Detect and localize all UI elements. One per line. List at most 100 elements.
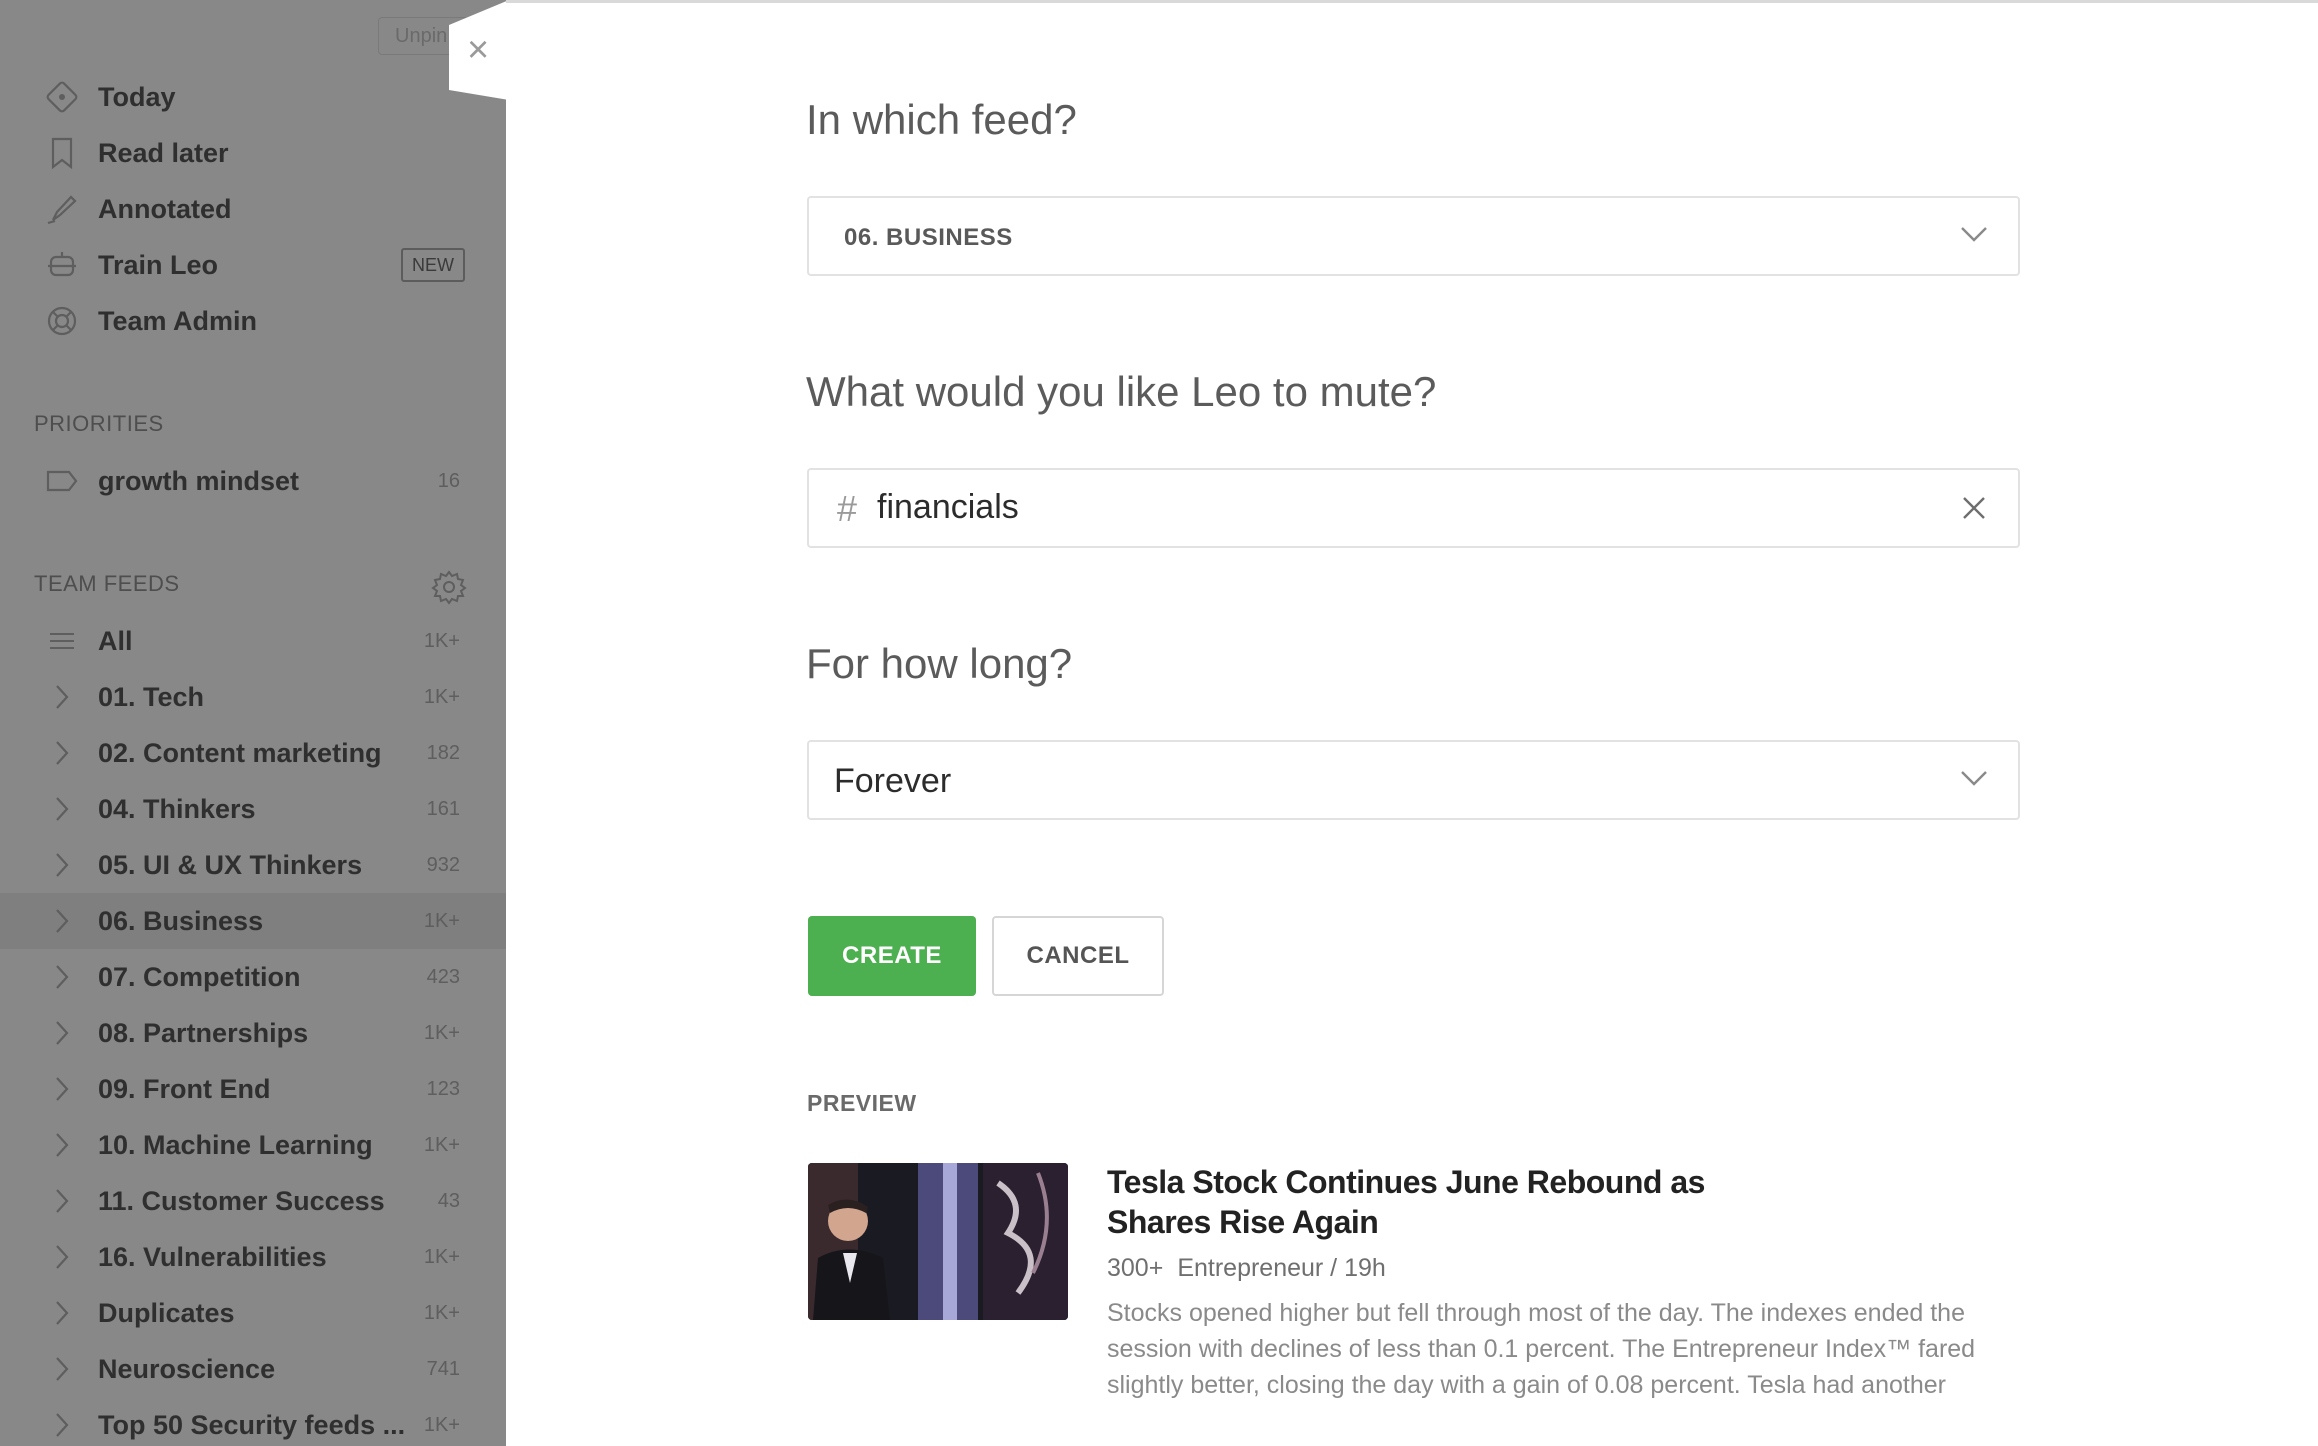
mute-keyword-value: financials	[877, 488, 1019, 526]
sidebar-item-label: Annotated	[98, 193, 232, 224]
item-count: 741	[426, 1357, 460, 1380]
clear-icon[interactable]	[1956, 490, 1992, 526]
item-count: 1K+	[423, 629, 460, 652]
sidebar-item-feed-all[interactable]: All 1K+	[0, 613, 506, 669]
new-badge: NEW	[401, 248, 465, 282]
sidebar-item-feed[interactable]: Duplicates 1K+	[0, 1285, 506, 1341]
tag-icon	[42, 461, 82, 501]
hash-icon: #	[837, 488, 858, 529]
sidebar-item-feed[interactable]: 09. Front End 123	[0, 1061, 506, 1117]
chevron-right-icon[interactable]	[42, 1405, 82, 1445]
chevron-down-icon	[1960, 768, 1988, 788]
sidebar-item-label: 02. Content marketing	[98, 737, 382, 768]
sidebar-item-label: Top 50 Security feeds ...	[98, 1409, 406, 1440]
feed-question: In which feed?	[806, 96, 1077, 143]
sidebar-item-feed[interactable]: 10. Machine Learning 1K+	[0, 1117, 506, 1173]
feed-select[interactable]: 06. BUSINESS	[807, 196, 2020, 276]
mute-keyword-input[interactable]: # financials	[807, 468, 2020, 548]
sidebar-item-label: 05. UI & UX Thinkers	[98, 849, 363, 880]
highlighter-icon	[42, 189, 82, 229]
sidebar-item-feed[interactable]: 02. Content marketing 182	[0, 725, 506, 781]
article-source[interactable]: Entrepreneur / 19h	[1177, 1254, 1385, 1282]
chevron-right-icon[interactable]	[42, 845, 82, 885]
chevron-right-icon[interactable]	[42, 901, 82, 941]
item-count: 932	[426, 853, 460, 876]
item-count: 423	[426, 965, 460, 988]
sidebar-item-label: growth mindset	[98, 465, 299, 496]
sidebar-item-label: 07. Competition	[98, 961, 301, 992]
sidebar-item-read-later[interactable]: Read later	[0, 125, 506, 181]
chevron-right-icon[interactable]	[42, 1125, 82, 1165]
sidebar-item-train-leo[interactable]: Train Leo NEW	[0, 237, 506, 293]
chevron-right-icon[interactable]	[42, 1237, 82, 1277]
article-count: 300+	[1107, 1254, 1164, 1282]
article-title[interactable]: Tesla Stock Continues June Rebound as Sh…	[1107, 1162, 1707, 1242]
sidebar-item-label: Duplicates	[98, 1297, 235, 1328]
item-count: 1K+	[423, 1133, 460, 1156]
sidebar-item-label: 16. Vulnerabilities	[98, 1241, 327, 1272]
sidebar-item-today[interactable]: Today	[0, 69, 506, 125]
sidebar-item-label: 08. Partnerships	[98, 1017, 309, 1048]
item-count: 182	[426, 741, 460, 764]
sidebar-item-feed[interactable]: 16. Vulnerabilities 1K+	[0, 1229, 506, 1285]
sidebar-item-label: 04. Thinkers	[98, 793, 256, 824]
close-icon[interactable]: ×	[467, 30, 489, 70]
sidebar-item-feed[interactable]: 07. Competition 423	[0, 949, 506, 1005]
sidebar-item-team-admin[interactable]: Team Admin	[0, 293, 506, 349]
sidebar-item-growth-mindset[interactable]: growth mindset 16	[0, 453, 506, 509]
chevron-down-icon	[1960, 224, 1988, 244]
chevron-right-icon[interactable]	[42, 1069, 82, 1109]
bookmark-icon	[42, 133, 82, 173]
article-thumbnail[interactable]	[808, 1163, 1068, 1320]
sidebar-item-label: Team Admin	[98, 305, 258, 336]
chevron-right-icon[interactable]	[42, 1349, 82, 1389]
duration-select[interactable]: Forever	[807, 740, 2020, 820]
lifebuoy-icon	[42, 301, 82, 341]
item-count: 1K+	[423, 1021, 460, 1044]
sidebar-item-label: 06. Business	[98, 905, 264, 936]
sidebar-item-label: 01. Tech	[98, 681, 205, 712]
sidebar-item-label: Today	[98, 81, 176, 112]
sidebar-item-feed[interactable]: 04. Thinkers 161	[0, 781, 506, 837]
item-count: 1K+	[423, 1413, 460, 1436]
item-count: 1K+	[423, 909, 460, 932]
sidebar-item-feed[interactable]: 08. Partnerships 1K+	[0, 1005, 506, 1061]
sidebar-item-label: Read later	[98, 137, 229, 168]
chevron-right-icon[interactable]	[42, 677, 82, 717]
team-feeds-heading: TEAM FEEDS	[34, 571, 180, 596]
article-excerpt: Stocks opened higher but fell through mo…	[1107, 1299, 1976, 1399]
list-icon	[42, 621, 82, 661]
sidebar-item-label: All	[98, 625, 133, 656]
priorities-heading: PRIORITIES	[34, 411, 164, 436]
gear-icon[interactable]	[431, 569, 467, 605]
mute-question: What would you like Leo to mute?	[806, 368, 1437, 415]
item-count: 1K+	[423, 1301, 460, 1324]
feed-select-value: 06. BUSINESS	[844, 224, 1013, 251]
chevron-right-icon[interactable]	[42, 1181, 82, 1221]
chevron-right-icon[interactable]	[42, 957, 82, 997]
item-count: 1K+	[423, 1245, 460, 1268]
today-icon	[42, 77, 82, 117]
sidebar-item-annotated[interactable]: Annotated	[0, 181, 506, 237]
sidebar-item-feed[interactable]: Top 50 Security feeds ... 1K+	[0, 1397, 506, 1446]
sidebar-item-feed[interactable]: 01. Tech 1K+	[0, 669, 506, 725]
sidebar-item-label: 11. Customer Success	[98, 1185, 385, 1216]
duration-question: For how long?	[806, 640, 1073, 687]
chevron-right-icon[interactable]	[42, 1293, 82, 1333]
chevron-right-icon[interactable]	[42, 733, 82, 773]
sidebar-item-feed[interactable]: Neuroscience 741	[0, 1341, 506, 1397]
item-count: 161	[426, 797, 460, 820]
chevron-right-icon[interactable]	[42, 1013, 82, 1053]
item-count: 123	[426, 1077, 460, 1100]
sidebar-item-feed[interactable]: 05. UI & UX Thinkers 932	[0, 837, 506, 893]
sidebar-item-label: Neuroscience	[98, 1353, 276, 1384]
robot-icon	[42, 245, 82, 285]
chevron-right-icon[interactable]	[42, 789, 82, 829]
create-button[interactable]: CREATE	[808, 916, 976, 996]
sidebar-item-feed-active[interactable]: 06. Business 1K+	[0, 893, 506, 949]
item-count: 16	[437, 469, 460, 492]
item-count: 1K+	[423, 685, 460, 708]
cancel-button[interactable]: CANCEL	[992, 916, 1164, 996]
item-count: 43	[437, 1189, 460, 1212]
sidebar-item-feed[interactable]: 11. Customer Success 43	[0, 1173, 506, 1229]
